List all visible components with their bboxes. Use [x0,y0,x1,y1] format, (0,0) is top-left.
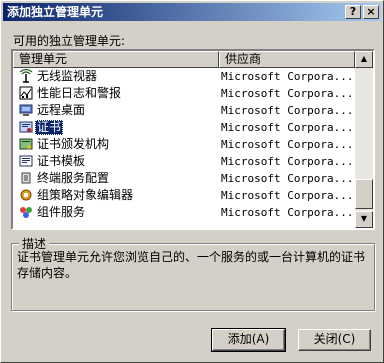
list-item[interactable]: 性能日志和警报 Microsoft Corpora... [13,85,355,102]
list-item[interactable]: 证书 Microsoft Corpora... [13,119,355,136]
list-item[interactable]: 组件服务 Microsoft Corpora... [13,204,355,221]
snapin-vendor: Microsoft Corpora... [221,70,354,83]
snapin-name: 性能日志和警报 [37,86,122,100]
close-button[interactable]: 关闭(C) [298,329,371,351]
scroll-down-button[interactable]: ▼ [355,211,373,228]
snapin-vendor: Microsoft Corpora... [221,189,354,202]
group-policy-icon [19,188,33,202]
snapin-name: 终端服务配置 [37,171,110,185]
snapin-rows: 无线监视器 Microsoft Corpora... 性能日志和警报 Micro… [13,68,355,228]
snapin-vendor: Microsoft Corpora... [221,87,354,100]
snapin-vendor: Microsoft Corpora... [221,104,354,117]
list-item[interactable]: 终端服务配置 Microsoft Corpora... [13,170,355,187]
snapin-vendor: Microsoft Corpora... [221,206,354,219]
window-title: 添加独立管理单元 [7,5,104,19]
snapin-name: 无线监视器 [37,69,98,83]
scroll-up-button[interactable]: ▲ [355,51,373,68]
snapin-name: 远程桌面 [37,103,86,117]
title-bar[interactable]: 添加独立管理单元 ? × [3,3,381,21]
list-item[interactable]: 无线监视器 Microsoft Corpora... [13,68,355,85]
help-button[interactable]: ? [345,5,361,19]
vertical-scrollbar[interactable]: ▲ ▼ [355,51,373,228]
snapin-list[interactable]: 管理单元 供应商 无线监视器 Microsoft Corpora... 性能日志… [11,49,375,230]
component-services-icon [19,205,33,219]
performance-logs-icon [19,86,33,100]
snapin-vendor: Microsoft Corpora... [221,121,354,134]
column-header-snapin[interactable]: 管理单元 [13,51,219,68]
add-standalone-snapin-dialog: 添加独立管理单元 ? × 可用的独立管理单元: 管理单元 供应商 无线监视器 M… [0,0,384,363]
list-item[interactable]: 组策略对象编辑器 Microsoft Corpora... [13,187,355,204]
list-item[interactable]: 证书模板 Microsoft Corpora... [13,153,355,170]
snapin-vendor: Microsoft Corpora... [221,155,354,168]
description-text: 证书管理单元允许您浏览自己的、一个服务的或一台计算机的证书存储内容。 [17,250,366,280]
snapin-name: 证书模板 [37,154,86,168]
list-item[interactable]: 远程桌面 Microsoft Corpora... [13,102,355,119]
close-window-button[interactable]: × [363,5,379,19]
snapin-vendor: Microsoft Corpora... [221,172,354,185]
snapin-name: 证书 [35,120,64,135]
add-button[interactable]: 添加(A) [211,328,286,352]
column-header-vendor[interactable]: 供应商 [219,51,355,68]
certificate-templates-icon [19,154,33,168]
available-snapins-label: 可用的独立管理单元: [13,34,126,48]
snapin-name: 证书颁发机构 [37,137,110,151]
wireless-monitor-icon [19,69,33,83]
certificate-authority-icon [19,137,33,151]
snapin-vendor: Microsoft Corpora... [221,138,354,151]
remote-desktop-icon [19,103,33,117]
snapin-name: 组策略对象编辑器 [37,188,134,202]
certificates-icon [19,120,33,134]
terminal-services-icon [19,171,33,185]
snapin-name: 组件服务 [37,205,86,219]
list-item[interactable]: 证书颁发机构 Microsoft Corpora... [13,136,355,153]
scroll-thumb[interactable] [355,179,373,209]
